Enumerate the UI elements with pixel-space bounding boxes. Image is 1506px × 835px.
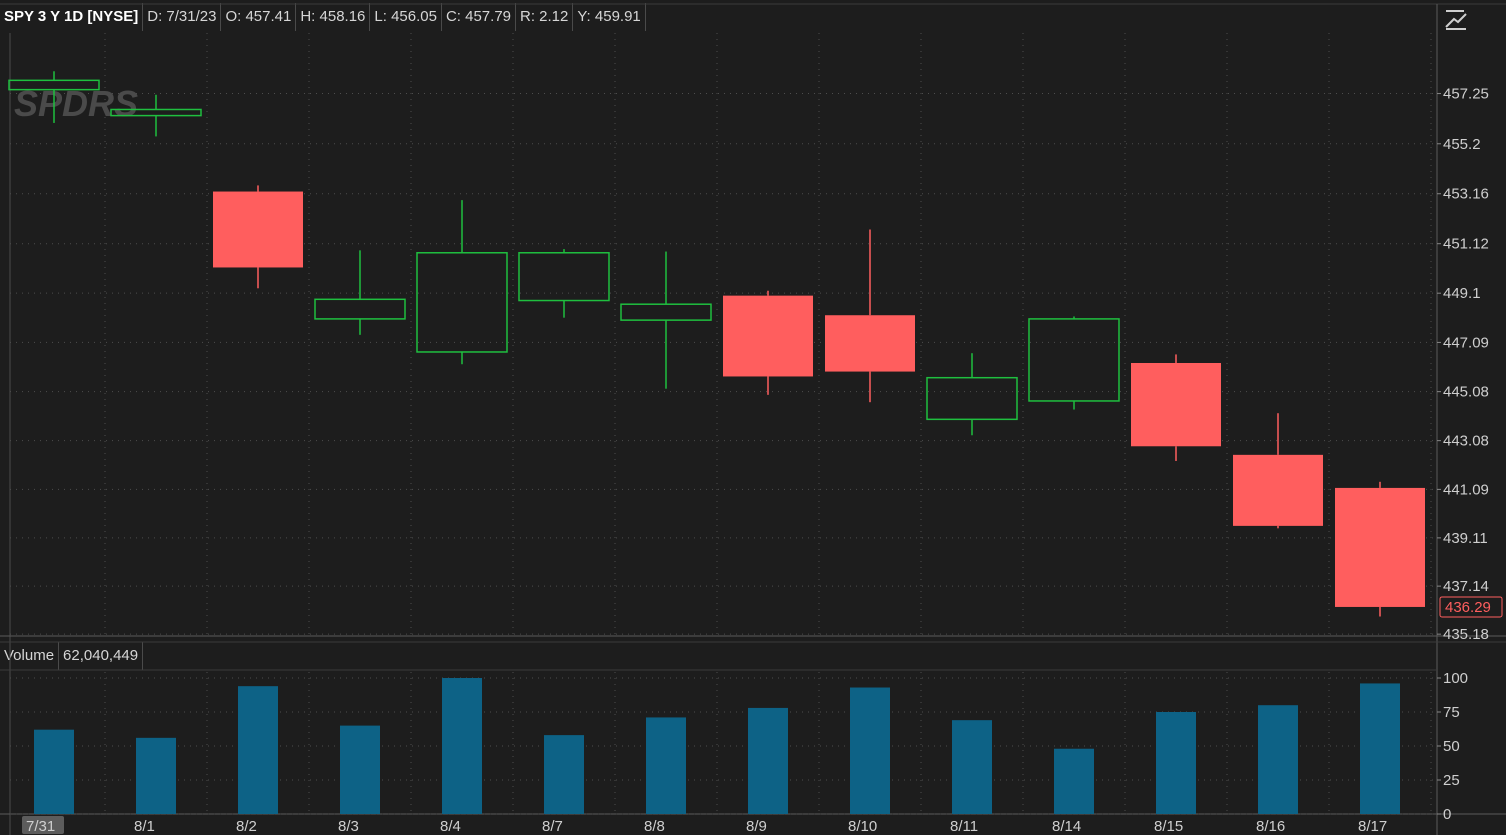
volume-bar-8-17[interactable] bbox=[1360, 683, 1400, 814]
date-tick-label: 8/17 bbox=[1358, 818, 1387, 835]
date-tick-label: 8/1 bbox=[134, 818, 155, 835]
candle-8-9[interactable] bbox=[723, 290, 813, 395]
chart-window: SPY 3 Y 1D [NYSE] D: 7/31/23 O: 457.41 H… bbox=[0, 0, 1506, 835]
volume-bar-8-3[interactable] bbox=[340, 725, 380, 814]
price-tick-label: 455.2 bbox=[1443, 136, 1481, 153]
volume-bar-7-31[interactable] bbox=[34, 729, 74, 814]
candle-8-17[interactable] bbox=[1335, 481, 1425, 617]
candle-8-3[interactable] bbox=[314, 250, 406, 335]
volume-bar-8-1[interactable] bbox=[136, 737, 176, 814]
grid-lines bbox=[10, 33, 1437, 815]
date-tick-label: 8/14 bbox=[1052, 818, 1081, 835]
date-tick-label: 8/15 bbox=[1154, 818, 1183, 835]
last-price-tag: 436.29 bbox=[1439, 596, 1503, 618]
candle-8-8[interactable] bbox=[620, 251, 712, 389]
volume-tick-label: 100 bbox=[1443, 670, 1468, 687]
price-tick-label: 451.12 bbox=[1443, 236, 1489, 253]
price-tick-label: 439.11 bbox=[1443, 530, 1488, 547]
volume-tick-label: 50 bbox=[1443, 738, 1460, 755]
candle-8-4[interactable] bbox=[416, 200, 508, 365]
candle-8-11[interactable] bbox=[926, 353, 1018, 436]
candle-8-10[interactable] bbox=[825, 229, 915, 403]
candle-8-7[interactable] bbox=[518, 249, 610, 318]
price-tick-label: 453.16 bbox=[1443, 186, 1489, 203]
date-tick-label: 8/3 bbox=[338, 818, 359, 835]
volume-bar-8-8[interactable] bbox=[646, 717, 686, 814]
volume-tick-label: 0 bbox=[1443, 806, 1451, 823]
candle-8-14[interactable] bbox=[1028, 316, 1120, 410]
volume-bar-8-4[interactable] bbox=[442, 678, 482, 814]
candle-8-16[interactable] bbox=[1233, 413, 1323, 529]
price-axis[interactable]: 457.25 455.2 453.16 451.12 449.1 447.09 445.08… bbox=[1437, 86, 1489, 644]
date-tick-label: 8/10 bbox=[848, 818, 877, 835]
date-tick-label: 8/11 bbox=[950, 818, 978, 835]
price-tick-label: 445.08 bbox=[1443, 384, 1489, 401]
candle-8-15[interactable] bbox=[1131, 354, 1221, 461]
date-tick-label: 8/4 bbox=[440, 818, 461, 835]
date-tick-label: 8/16 bbox=[1256, 818, 1285, 835]
date-tick-label: 8/7 bbox=[542, 818, 563, 835]
price-tick-label: 443.08 bbox=[1443, 433, 1489, 450]
time-axis[interactable]: 7/31 8/1 8/2 8/3 8/4 8/7 8/8 8/9 8/10 8/11 8/14 8/1… bbox=[22, 816, 1387, 835]
price-tick-label: 457.25 bbox=[1443, 86, 1489, 103]
volume-bar-8-2[interactable] bbox=[238, 686, 278, 814]
volume-bars bbox=[34, 678, 1400, 814]
price-volume-chart[interactable]: SPDRS 457.25455.2453.16451.12449.1447.09… bbox=[0, 0, 1506, 835]
date-tick-label: 8/2 bbox=[236, 818, 257, 835]
last-price-label: 436.29 bbox=[1445, 599, 1491, 616]
date-tick-label: 8/9 bbox=[746, 818, 767, 835]
volume-tick-label: 25 bbox=[1443, 772, 1460, 789]
volume-axis[interactable]: 100 75 50 25 0 bbox=[1437, 670, 1468, 823]
volume-tick-label: 75 bbox=[1443, 704, 1460, 721]
price-tick-label: 437.14 bbox=[1443, 578, 1489, 595]
price-tick-label: 449.1 bbox=[1443, 285, 1481, 302]
price-tick-label: 447.09 bbox=[1443, 334, 1489, 351]
volume-bar-8-14[interactable] bbox=[1054, 748, 1094, 814]
date-tick-label: 7/31 bbox=[26, 818, 55, 835]
date-tick-label: 8/8 bbox=[644, 818, 665, 835]
volume-bar-8-7[interactable] bbox=[544, 735, 584, 814]
volume-bar-8-16[interactable] bbox=[1258, 705, 1298, 814]
volume-bar-8-11[interactable] bbox=[952, 720, 992, 814]
price-tick-label: 435.18 bbox=[1443, 626, 1489, 643]
volume-bar-8-9[interactable] bbox=[748, 707, 788, 814]
candle-8-2[interactable] bbox=[213, 185, 303, 289]
price-tick-label: 441.09 bbox=[1443, 481, 1489, 498]
volume-bar-8-15[interactable] bbox=[1156, 712, 1196, 814]
volume-bar-8-10[interactable] bbox=[850, 687, 890, 814]
